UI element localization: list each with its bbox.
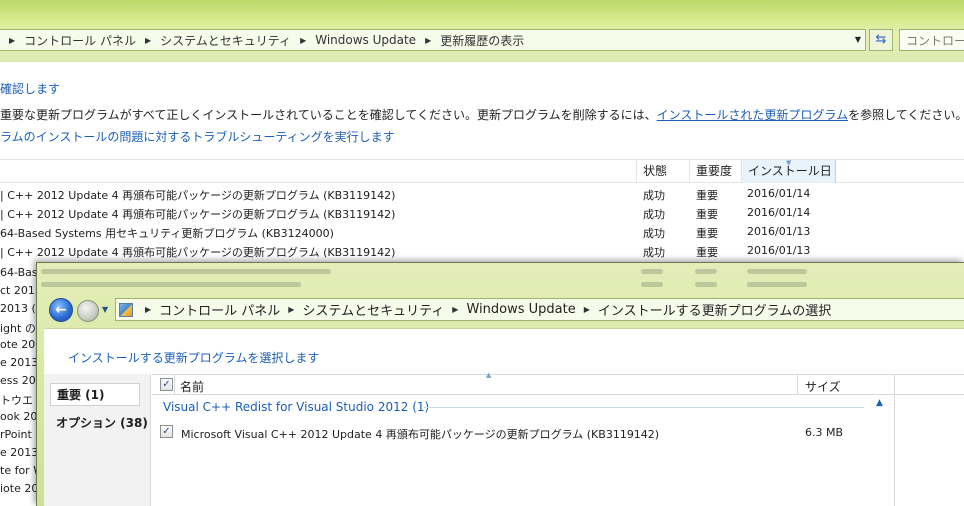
update-status: 成功 xyxy=(643,189,665,202)
breadcrumb-chevron-icon[interactable]: ▶ xyxy=(425,36,431,45)
confirm-link[interactable]: 確認します xyxy=(0,80,60,97)
breadcrumb-chevron-icon[interactable]: ▶ xyxy=(9,36,15,45)
collapse-group-icon[interactable]: ▲ xyxy=(876,398,883,408)
info-text-before: 重要な更新プログラムがすべて正しくインストールされていることを確認してください。… xyxy=(0,108,657,122)
update-date: 2016/01/14 xyxy=(747,187,811,200)
update-status: 成功 xyxy=(643,208,665,221)
breadcrumb-chevron-icon[interactable]: ▶ xyxy=(452,305,458,314)
column-importance[interactable]: 重要度 xyxy=(689,160,741,183)
list-item[interactable]: e 2013 ( xyxy=(0,356,36,373)
tab-important[interactable]: 重要 (1) xyxy=(50,383,140,406)
sort-indicator-icon: ▲ xyxy=(486,371,492,379)
update-importance: 重要 xyxy=(696,227,718,240)
update-name: | C++ 2012 Update 4 再頒布可能パッケージの更新プログラム (… xyxy=(0,189,396,202)
category-tabs: 重要 (1) オプション (38) xyxy=(44,374,151,506)
list-item[interactable]: ight の xyxy=(0,320,36,337)
address-bar[interactable]: ▶ コントロール パネル ▶ システムとセキュリティ ▶ Windows Upd… xyxy=(0,29,866,51)
breadcrumb-chevron-icon[interactable]: ▶ xyxy=(145,36,151,45)
list-item[interactable]: ook 201 xyxy=(0,410,36,427)
sort-indicator-icon: ▼ xyxy=(786,159,792,167)
list-item[interactable]: ote 2013 xyxy=(0,338,36,355)
window-content: インストールする更新プログラムを選択します 重要 (1) オプション (38) … xyxy=(44,328,964,506)
column-size[interactable]: サイズ xyxy=(805,378,841,395)
installed-updates-link[interactable]: インストールされた更新プログラム xyxy=(657,108,848,122)
table-row[interactable]: | C++ 2012 Update 4 再頒布可能パッケージの更新プログラム (… xyxy=(0,242,964,261)
breadcrumb-chevron-icon[interactable]: ▶ xyxy=(584,305,590,314)
partially-hidden-update-list: 64-Base ct 2013 2013 (K ight の ote 2013 … xyxy=(0,266,36,506)
back-window-chrome: ▶ コントロール パネル ▶ システムとセキュリティ ▶ Windows Upd… xyxy=(0,0,964,62)
list-item[interactable]: 2013 (K xyxy=(0,302,36,319)
list-item[interactable]: te for W xyxy=(0,464,36,481)
list-item[interactable]: rPoint 2 xyxy=(0,428,36,445)
column-divider xyxy=(894,374,895,506)
history-column-header: 状態 重要度 インストール日 xyxy=(0,159,964,183)
group-divider xyxy=(424,407,864,408)
update-name: 64-Based Systems 用セキュリティ更新プログラム (KB31240… xyxy=(0,227,334,240)
blurred-background-rows xyxy=(37,263,964,293)
update-item-size: 6.3 MB xyxy=(805,426,844,439)
forward-arrow-icon[interactable] xyxy=(77,300,99,322)
breadcrumb-system-security[interactable]: システムとセキュリティ xyxy=(302,300,444,319)
breadcrumb-control-panel[interactable]: コントロール パネル xyxy=(24,32,136,49)
breadcrumb-select-updates[interactable]: インストールする更新プログラムの選択 xyxy=(598,300,831,319)
refresh-button[interactable]: ⇆ xyxy=(869,29,893,51)
breadcrumb-update-history[interactable]: 更新履歴の表示 xyxy=(440,32,524,49)
update-date: 2016/01/13 xyxy=(747,225,811,238)
group-header[interactable]: Visual C++ Redist for Visual Studio 2012… xyxy=(163,400,429,414)
table-row[interactable]: 64-Based Systems 用セキュリティ更新プログラム (KB31240… xyxy=(0,223,964,242)
update-name: | C++ 2012 Update 4 再頒布可能パッケージの更新プログラム (… xyxy=(0,208,396,221)
list-item[interactable]: ess 201 xyxy=(0,374,36,391)
update-date: 2016/01/13 xyxy=(747,244,811,257)
update-status: 成功 xyxy=(643,227,665,240)
list-item[interactable]: 64-Base xyxy=(0,266,36,283)
update-list-header: ✓ 名前 ▲ サイズ xyxy=(152,371,964,395)
refresh-icon: ⇆ xyxy=(875,32,887,47)
tab-optional[interactable]: オプション (38) xyxy=(50,412,154,433)
update-date: 2016/01/14 xyxy=(747,206,811,219)
troubleshoot-link[interactable]: ラムのインストールの問題に対するトラブルシューティングを実行します xyxy=(0,128,395,145)
address-bar[interactable]: ▶ コントロール パネル ▶ システムとセキュリティ ▶ Windows Upd… xyxy=(115,298,964,321)
breadcrumb-windows-update[interactable]: Windows Update xyxy=(315,33,416,47)
table-row[interactable]: | C++ 2012 Update 4 再頒布可能パッケージの更新プログラム (… xyxy=(0,185,964,204)
select-updates-window: ← ▼ ▶ コントロール パネル ▶ システムとセキュリティ ▶ Windows… xyxy=(36,262,964,506)
update-checkbox[interactable]: ✓ xyxy=(160,425,173,438)
breadcrumb-windows-update[interactable]: Windows Update xyxy=(466,302,575,317)
list-item[interactable]: e 2013 ( xyxy=(0,446,36,463)
table-row[interactable]: | C++ 2012 Update 4 再頒布可能パッケージの更新プログラム (… xyxy=(0,204,964,223)
address-dropdown-icon[interactable]: ▼ xyxy=(855,35,861,44)
info-text-after: を参照してください。 xyxy=(848,108,964,122)
list-item[interactable]: ct 2013 xyxy=(0,284,36,301)
page-title: インストールする更新プログラムを選択します xyxy=(68,351,320,365)
list-item[interactable]: iote 201 xyxy=(0,482,36,499)
breadcrumb-control-panel[interactable]: コントロール パネル xyxy=(159,300,280,319)
breadcrumb-chevron-icon[interactable]: ▶ xyxy=(300,36,306,45)
breadcrumb-chevron-icon[interactable]: ▶ xyxy=(145,305,151,314)
control-panel-icon xyxy=(119,302,133,317)
update-name: | C++ 2012 Update 4 再頒布可能パッケージの更新プログラム (… xyxy=(0,246,396,259)
list-item[interactable]: トウエ xyxy=(0,392,33,409)
update-item-name[interactable]: Microsoft Visual C++ 2012 Update 4 再頒布可能… xyxy=(181,426,659,442)
breadcrumb-system-security[interactable]: システムとセキュリティ xyxy=(160,32,291,49)
breadcrumb-chevron-icon[interactable]: ▶ xyxy=(288,305,294,314)
update-status: 成功 xyxy=(643,246,665,259)
column-status[interactable]: 状態 xyxy=(636,160,689,183)
back-arrow-icon[interactable]: ← xyxy=(49,298,73,322)
update-importance: 重要 xyxy=(696,208,718,221)
info-text: 重要な更新プログラムがすべて正しくインストールされていることを確認してください。… xyxy=(0,106,964,123)
select-all-checkbox[interactable]: ✓ xyxy=(160,378,173,391)
column-name[interactable]: 名前 xyxy=(180,378,204,395)
update-importance: 重要 xyxy=(696,246,718,259)
search-input[interactable]: コントロール パネルの検索 xyxy=(899,29,964,51)
recent-pages-dropdown-icon[interactable]: ▼ xyxy=(102,305,108,314)
update-importance: 重要 xyxy=(696,189,718,202)
